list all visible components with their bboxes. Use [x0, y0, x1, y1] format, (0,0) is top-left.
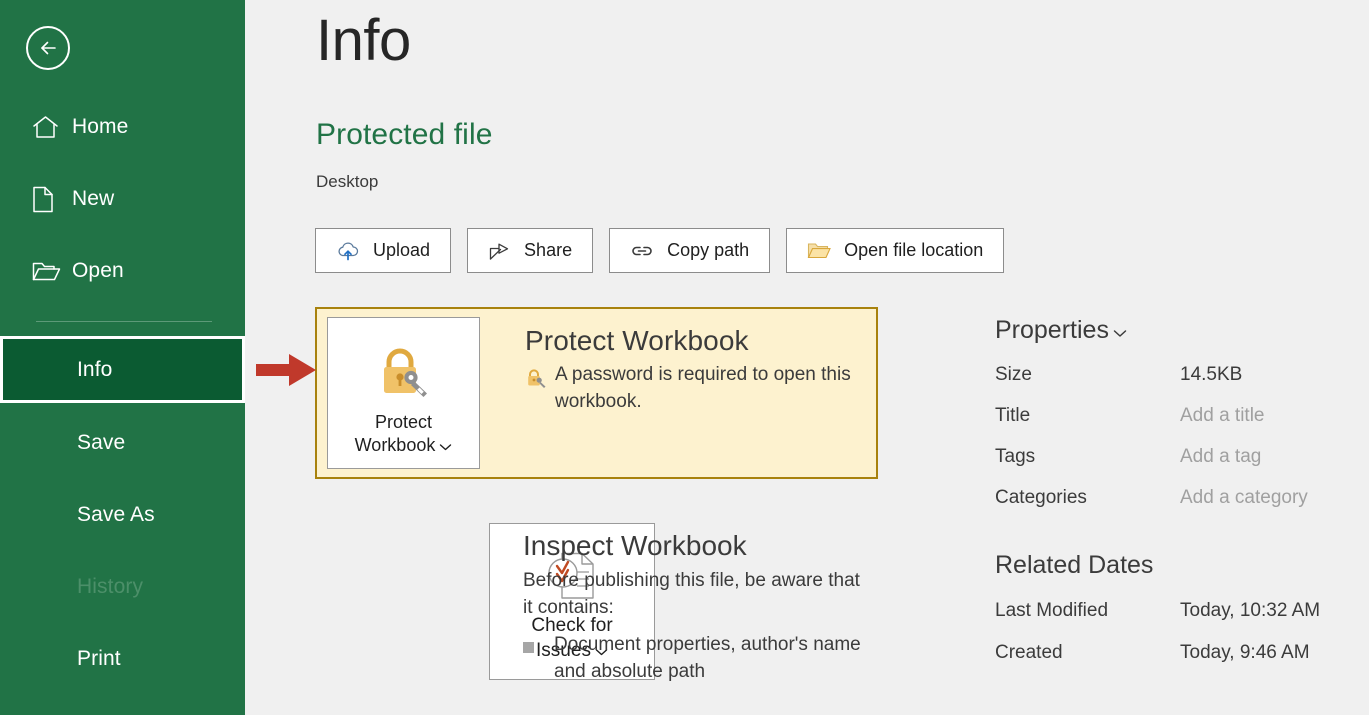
copy-path-button-label: Copy path: [667, 240, 750, 260]
share-button[interactable]: Share: [467, 228, 594, 273]
inspect-bullet-item: Document properties, author's name and a…: [523, 632, 873, 686]
back-arrow-icon: [36, 36, 60, 60]
sidebar-item-label-home: Home: [72, 115, 129, 138]
file-name: Protected file: [316, 118, 493, 151]
protect-workbook-section: Protect Workbook Protect Workbook A pass…: [315, 307, 878, 479]
inspect-workbook-description: Before publishing this file, be aware th…: [523, 570, 860, 618]
sidebar-item-home[interactable]: Home: [0, 104, 245, 150]
property-label-tags: Tags: [995, 446, 1036, 467]
open-file-location-button-label: Open file location: [844, 240, 984, 260]
protect-label-line2: Workbook: [354, 435, 436, 456]
bullet-square-icon: [523, 641, 534, 653]
property-row-tags: Tags Add a tag: [995, 446, 1369, 468]
protect-label-line1: Protect: [374, 412, 432, 432]
sidebar-item-label-save-as: Save As: [77, 503, 155, 526]
share-icon: [488, 241, 511, 261]
property-row-categories: Categories Add a category: [995, 487, 1369, 509]
protect-workbook-button[interactable]: Protect Workbook: [327, 317, 480, 469]
property-label-size: Size: [995, 364, 1032, 385]
folder-icon: [807, 241, 832, 260]
backstage-main: Info Protected file Desktop Upload Share…: [245, 0, 1369, 715]
properties-heading-label: Properties: [995, 316, 1109, 344]
chevron-down-icon: [439, 434, 452, 457]
page-title: Info: [316, 8, 411, 73]
property-value-size: 14.5KB: [1180, 364, 1243, 385]
inspect-bullet-text: Document properties, author's name and a…: [554, 633, 861, 682]
sidebar-item-history: History: [0, 564, 245, 610]
protect-workbook-description: A password is required to open this work…: [555, 364, 851, 412]
date-row-created: Created Today, 9:46 AM: [995, 642, 1369, 664]
sidebar-item-label-new: New: [72, 187, 115, 210]
sidebar-item-label-open: Open: [72, 259, 124, 282]
upload-button[interactable]: Upload: [315, 228, 452, 273]
sidebar-item-info[interactable]: Info: [0, 336, 245, 403]
sidebar-item-label-print: Print: [77, 647, 121, 670]
property-label-categories: Categories: [995, 487, 1087, 508]
protect-workbook-details: Protect Workbook A password is required …: [525, 325, 865, 416]
link-icon: [630, 243, 654, 259]
lock-key-icon: [373, 345, 435, 403]
property-row-title: Title Add a title: [995, 405, 1369, 427]
properties-heading[interactable]: Properties: [995, 316, 1369, 345]
protect-workbook-button-label: Protect Workbook: [355, 411, 453, 457]
property-value-tags[interactable]: Add a tag: [1180, 446, 1261, 468]
red-pointer-arrow: [256, 352, 318, 393]
sidebar-separator: [36, 321, 212, 322]
file-actions-toolbar: Upload Share Copy path Open file locatio…: [315, 228, 1005, 273]
property-row-size: Size 14.5KB: [995, 364, 1369, 386]
cloud-upload-icon: [336, 241, 360, 261]
sidebar-item-save[interactable]: Save: [0, 420, 245, 466]
date-value-created: Today, 9:46 AM: [1180, 642, 1310, 663]
sidebar-item-label-save: Save: [77, 431, 126, 454]
date-value-last-modified: Today, 10:32 AM: [1180, 600, 1321, 621]
file-location: Desktop: [316, 172, 379, 191]
date-label-created: Created: [995, 642, 1063, 663]
open-folder-icon: [32, 260, 72, 283]
sidebar-item-label-info: Info: [77, 357, 113, 381]
home-icon: [32, 115, 72, 140]
open-file-location-button[interactable]: Open file location: [786, 228, 1005, 273]
backstage-sidebar: Home New Open Info Save Save As History …: [0, 0, 245, 715]
date-label-last-modified: Last Modified: [995, 600, 1109, 621]
properties-panel: Properties Size 14.5KB Title Add a title…: [995, 316, 1369, 664]
sidebar-item-print[interactable]: Print: [0, 636, 245, 682]
property-label-title: Title: [995, 405, 1031, 426]
upload-button-label: Upload: [373, 240, 431, 260]
related-dates-heading: Related Dates: [995, 551, 1154, 579]
new-document-icon: [32, 186, 72, 213]
date-row-last-modified: Last Modified Today, 10:32 AM: [995, 600, 1369, 622]
back-button[interactable]: [26, 26, 70, 70]
sidebar-item-label-history: History: [77, 575, 144, 598]
sidebar-item-save-as[interactable]: Save As: [0, 492, 245, 538]
inspect-workbook-heading: Inspect Workbook: [523, 530, 747, 561]
sidebar-item-new[interactable]: New: [0, 176, 245, 222]
chevron-down-icon: [1113, 316, 1127, 345]
share-button-label: Share: [524, 240, 573, 260]
lock-key-small-icon: [525, 362, 555, 416]
property-value-title[interactable]: Add a title: [1180, 405, 1265, 427]
property-value-categories[interactable]: Add a category: [1180, 487, 1308, 509]
copy-path-button[interactable]: Copy path: [609, 228, 771, 273]
protect-workbook-heading: Protect Workbook: [525, 325, 749, 356]
sidebar-item-open[interactable]: Open: [0, 248, 245, 294]
excel-backstage-info-screen: Home New Open Info Save Save As History …: [0, 0, 1369, 715]
inspect-workbook-details: Inspect Workbook Before publishing this …: [523, 530, 873, 686]
